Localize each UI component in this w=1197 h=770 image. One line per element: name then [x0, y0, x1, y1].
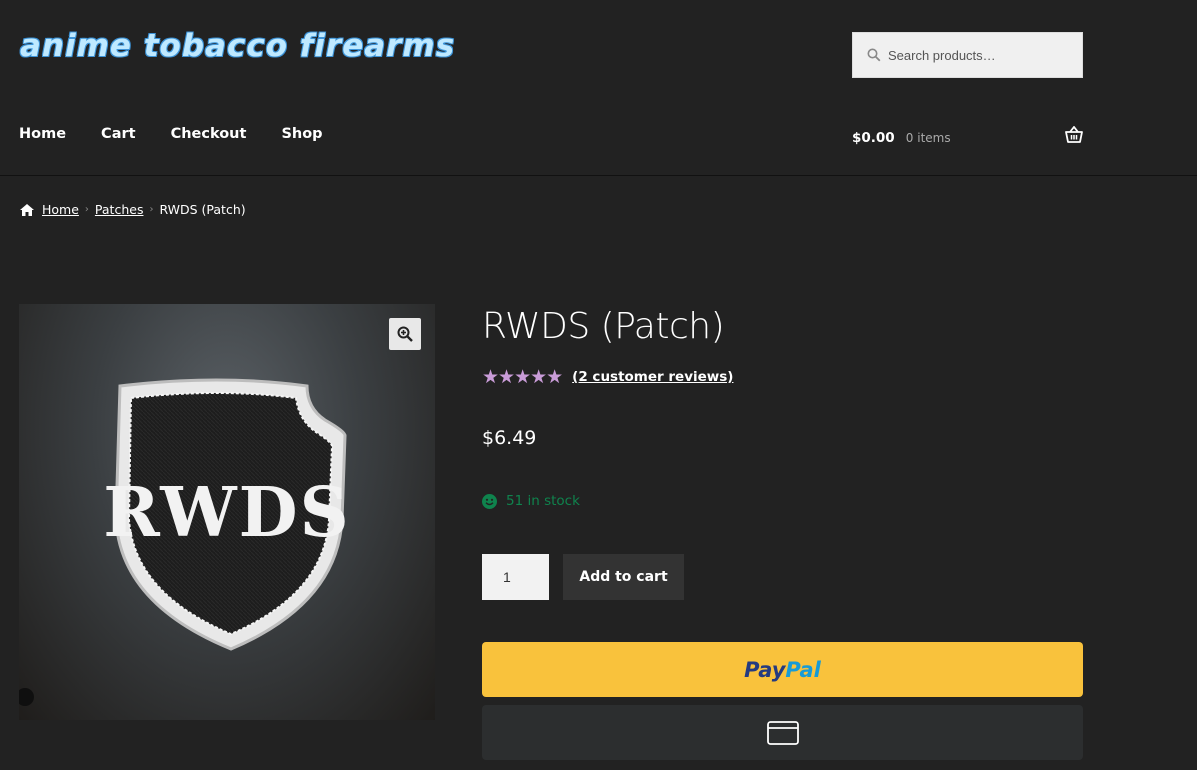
debit-credit-card-button[interactable]: [482, 705, 1083, 760]
header-cart[interactable]: $0.00 0 items: [852, 126, 1083, 149]
breadcrumb-current: RWDS (Patch): [159, 202, 246, 217]
cart-item-count: 0 items: [905, 131, 951, 145]
nav-shop[interactable]: Shop: [281, 126, 322, 142]
stock-text: 51 in stock: [506, 493, 580, 509]
nav-cart[interactable]: Cart: [101, 126, 136, 142]
zoom-button[interactable]: [389, 318, 421, 350]
zoom-icon: [397, 326, 413, 342]
site-title[interactable]: anime tobacco firearms: [20, 28, 455, 64]
smile-icon: [482, 493, 497, 509]
primary-nav: Home Cart Checkout Shop: [19, 126, 358, 142]
breadcrumb-separator: ›: [84, 204, 89, 215]
paypal-logo: PayPal: [744, 657, 821, 682]
breadcrumb-patches[interactable]: Patches: [95, 202, 144, 217]
breadcrumb-home[interactable]: Home: [42, 202, 79, 217]
nav-checkout[interactable]: Checkout: [171, 126, 247, 142]
product-image[interactable]: RWDS: [19, 304, 435, 720]
reviews-link[interactable]: (2 customer reviews): [572, 369, 733, 385]
paypal-button[interactable]: PayPal: [482, 642, 1083, 697]
patch-label: RWDS: [103, 473, 350, 553]
add-to-cart-button[interactable]: Add to cart: [563, 554, 684, 600]
site-header: anime tobacco firearms Home Cart Checkou…: [0, 0, 1197, 176]
basket-icon[interactable]: [1065, 126, 1083, 143]
product-price: $6.49: [482, 427, 537, 449]
breadcrumb-separator: ›: [149, 204, 154, 215]
stock-status: 51 in stock: [482, 493, 580, 509]
nav-home[interactable]: Home: [19, 126, 66, 142]
product-rating: ★★★★★ (2 customer reviews): [482, 366, 733, 388]
card-icon: [766, 720, 799, 745]
search-input[interactable]: [883, 33, 1078, 77]
home-icon: [20, 203, 34, 216]
product-search: [852, 32, 1083, 78]
product-title: RWDS (Patch): [482, 306, 725, 347]
star-rating: ★★★★★: [482, 366, 563, 388]
patch-photo: RWDS: [19, 378, 350, 706]
search-icon: [867, 48, 881, 62]
breadcrumb: Home › Patches › RWDS (Patch): [19, 202, 246, 217]
cart-amount: $0.00: [852, 130, 895, 146]
quantity-input[interactable]: [482, 554, 549, 600]
